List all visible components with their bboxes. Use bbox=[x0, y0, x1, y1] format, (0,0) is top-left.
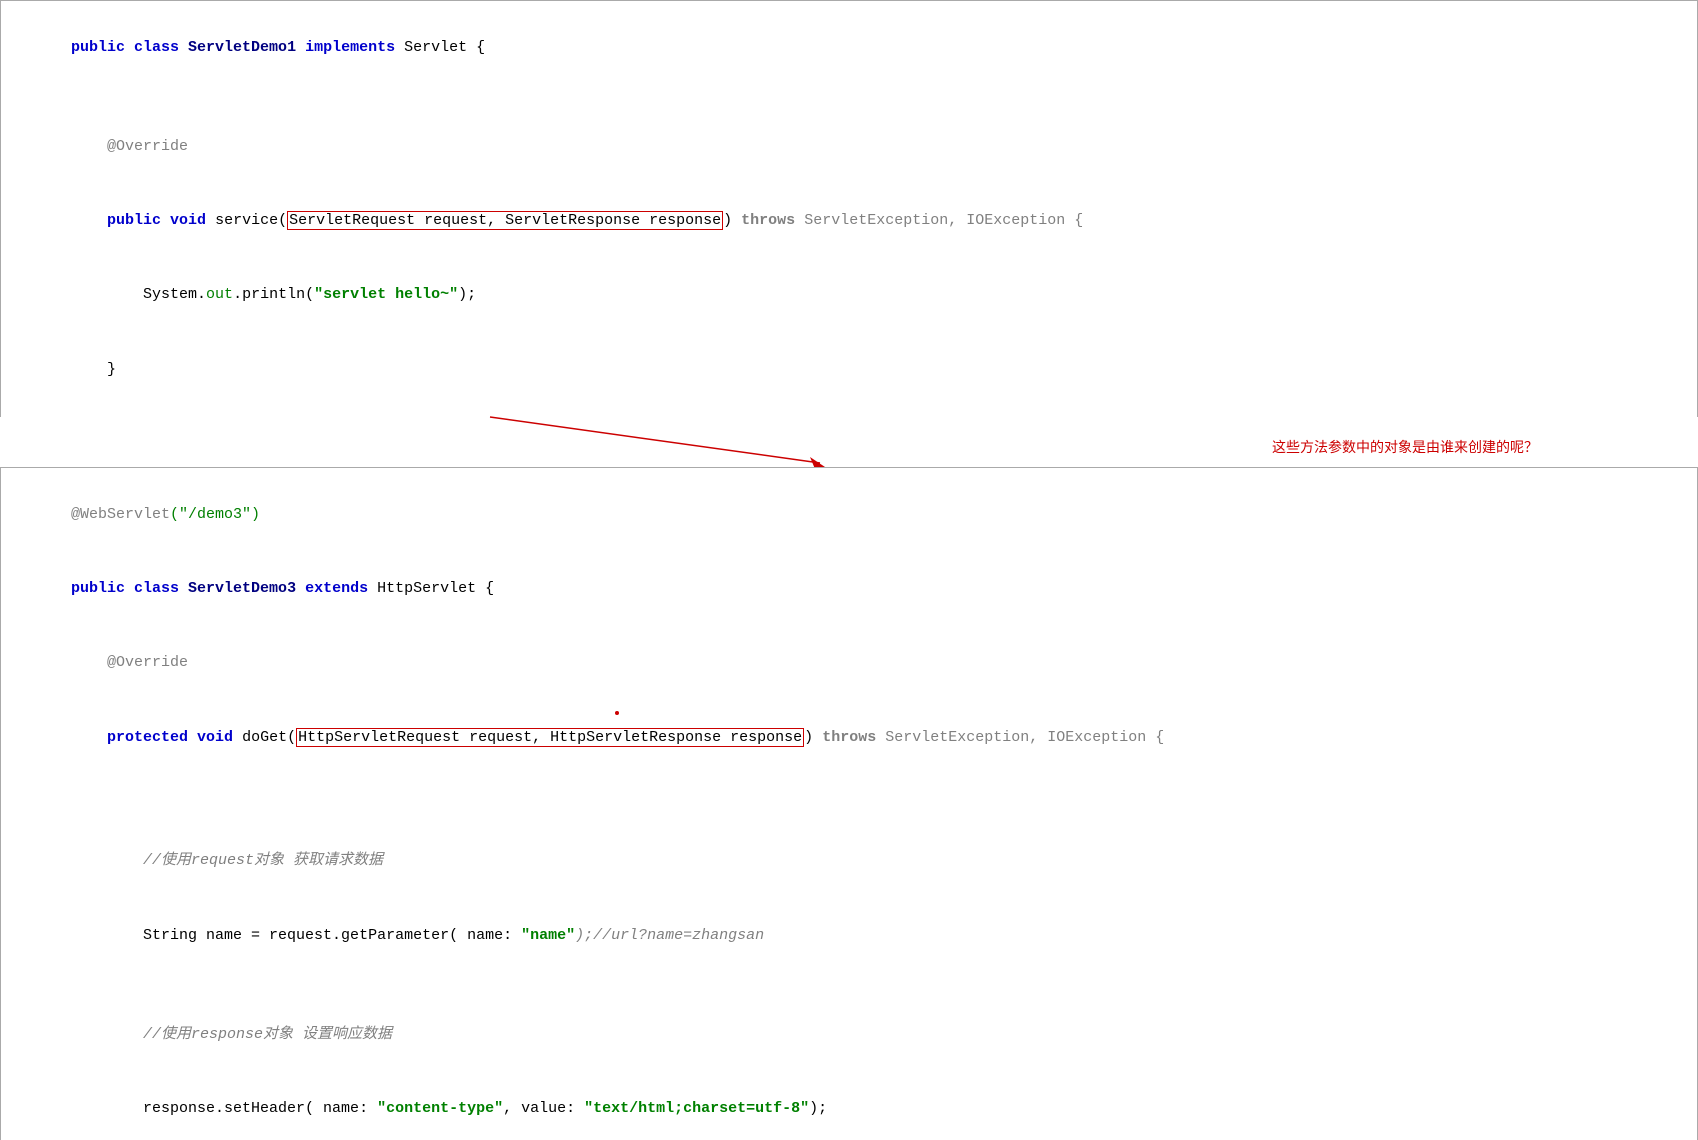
throws-exceptions: ServletException, IOException { bbox=[804, 212, 1083, 229]
println-call: .println( bbox=[233, 286, 314, 303]
arrow-line bbox=[490, 417, 820, 463]
code-editor: public class ServletDemo1 implements Ser… bbox=[0, 0, 1698, 1140]
keyword-public: public bbox=[71, 39, 134, 56]
code-line-override1: @Override bbox=[17, 110, 1681, 184]
b-url-comment: );//url?name=zhangsan bbox=[575, 927, 764, 944]
b-parent-class: HttpServlet { bbox=[377, 580, 494, 597]
red-dot-marker bbox=[615, 711, 619, 715]
b-setheader-end: ); bbox=[809, 1100, 827, 1117]
kw-throws: throws bbox=[741, 212, 804, 229]
keyword-implements: implements bbox=[305, 39, 404, 56]
b-string-name: String name = request.getParameter( name… bbox=[71, 927, 521, 944]
b-code-line-comment-response: //使用response对象 设置响应数据 bbox=[17, 998, 1681, 1072]
b-params-highlight-box: HttpServletRequest request, HttpServletR… bbox=[296, 728, 804, 747]
b-param-name-str: "name" bbox=[521, 927, 575, 944]
b-code-line-blank bbox=[17, 973, 1681, 998]
annotation-override1: @Override bbox=[71, 138, 188, 155]
b-code-line-comment-request: //使用request对象 获取请求数据 bbox=[17, 825, 1681, 899]
webservlet-annotation: @WebServlet bbox=[71, 506, 170, 523]
callout-area: 这些方法参数中的对象是由谁来创建的呢？ bbox=[0, 417, 1698, 467]
b-throws-exceptions: ServletException, IOException { bbox=[885, 729, 1164, 746]
comment-use-response: //使用response对象 设置响应数据 bbox=[71, 1026, 392, 1043]
indent bbox=[71, 212, 107, 229]
b-setheader-comma: , value: bbox=[503, 1100, 584, 1117]
b-kw-protected: protected bbox=[71, 729, 197, 746]
b-code-line-doget: protected void doGet(HttpServletRequest … bbox=[17, 701, 1681, 825]
code-line-close1: } bbox=[17, 333, 1681, 407]
code-line-println: System.out.println("servlet hello~"); bbox=[17, 259, 1681, 333]
top-code-section: public class ServletDemo1 implements Ser… bbox=[0, 0, 1698, 417]
b-setheader-call: response.setHeader( name: bbox=[71, 1100, 377, 1117]
code-line-1: public class ServletDemo1 implements Ser… bbox=[17, 11, 1681, 85]
b-content-type-str: "content-type" bbox=[377, 1100, 503, 1117]
b-code-line-override: @Override bbox=[17, 627, 1681, 701]
webservlet-path: ("/demo3") bbox=[170, 506, 260, 523]
out-field: out bbox=[206, 286, 233, 303]
b-kw-void: void bbox=[197, 729, 242, 746]
code-line-blank1 bbox=[17, 85, 1681, 110]
keyword-class: class bbox=[134, 39, 188, 56]
comment-use-request: //使用request对象 获取请求数据 bbox=[71, 852, 383, 869]
string-servlet-hello: "servlet hello~" bbox=[314, 286, 458, 303]
b-code-line-getparam: String name = request.getParameter( name… bbox=[17, 899, 1681, 973]
close-brace-service: } bbox=[71, 361, 116, 378]
b-code-line-setheader: response.setHeader( name: "content-type"… bbox=[17, 1072, 1681, 1140]
code-line-service: public void service(ServletRequest reque… bbox=[17, 184, 1681, 258]
kw-public-void: public void bbox=[107, 212, 215, 229]
close-paren: ); bbox=[458, 286, 476, 303]
method-service: service(ServletRequest request, ServletR… bbox=[215, 211, 741, 230]
params-highlight-box: ServletRequest request, ServletResponse … bbox=[287, 211, 723, 230]
b-charset-str: "text/html;charset=utf-8" bbox=[584, 1100, 809, 1117]
b-code-line-webservlet: @WebServlet("/demo3") bbox=[17, 478, 1681, 552]
b-kw-extends: extends bbox=[305, 580, 377, 597]
b-class-name: ServletDemo3 bbox=[188, 580, 305, 597]
system-out: System. bbox=[71, 286, 206, 303]
class-name-servletdemo1: ServletDemo1 bbox=[188, 39, 305, 56]
b-code-line-class: public class ServletDemo3 extends HttpSe… bbox=[17, 552, 1681, 626]
b-annotation-override: @Override bbox=[71, 654, 188, 671]
b-doget-call: doGet(HttpServletRequest request, HttpSe… bbox=[242, 728, 822, 747]
b-kw-throws: throws bbox=[822, 729, 885, 746]
b-kw-public: public bbox=[71, 580, 134, 597]
interface-name: Servlet { bbox=[404, 39, 485, 56]
b-kw-class: class bbox=[134, 580, 188, 597]
bottom-code-section: @WebServlet("/demo3") public class Servl… bbox=[0, 467, 1698, 1140]
callout-text: 这些方法参数中的对象是由谁来创建的呢？ bbox=[1272, 437, 1538, 457]
